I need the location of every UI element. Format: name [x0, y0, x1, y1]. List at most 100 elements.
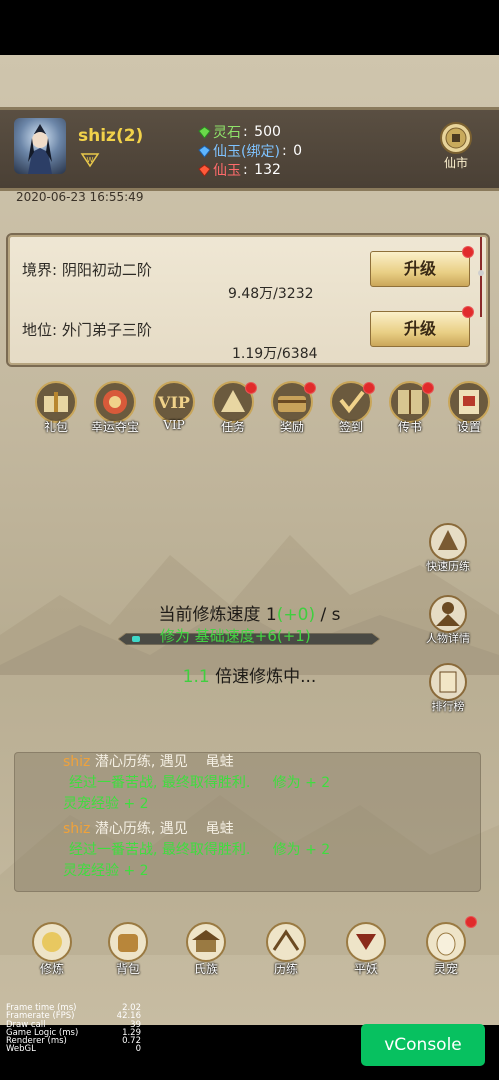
nav-label: 灵宠: [433, 962, 458, 976]
log-entry-header: shiz 潜心历练, 遇见 黾蛙: [63, 752, 234, 773]
cultivate-icon: [32, 922, 72, 962]
status-progress: 1.19万/6384: [232, 346, 318, 362]
letter-book-button[interactable]: 传书: [384, 380, 436, 436]
notification-badge: [462, 306, 474, 318]
nav-backpack-button[interactable]: 背包: [100, 920, 156, 980]
cultivation-mode-text: 倍速修炼中...: [215, 667, 317, 687]
side-button-label: 排行榜: [431, 700, 465, 713]
realm-progress: 9.48万/3232: [228, 286, 314, 302]
nav-label: 背包: [115, 962, 140, 976]
realm-upgrade-button[interactable]: 升级: [370, 251, 470, 287]
nav-label: 修炼: [39, 962, 64, 976]
quick-training-button[interactable]: 快速历练: [420, 520, 476, 580]
log-player-name: shiz: [63, 821, 91, 837]
icon-label: 礼包: [43, 420, 68, 434]
icon-label: VIP: [163, 418, 185, 432]
notification-badge: [422, 382, 434, 394]
log-action: 潜心历练, 遇见: [94, 821, 188, 837]
notification-badge: [304, 382, 316, 394]
icon-label: 奖励: [279, 420, 304, 434]
stat-label: WebGL: [6, 1044, 36, 1055]
cultivation-speed-unit: / s: [320, 605, 341, 625]
stat-row: WebGL 0: [6, 1044, 141, 1055]
status-label: 地位: 外门弟子三阶: [22, 321, 152, 339]
nav-label: 历练: [273, 962, 298, 976]
cultivation-multiplier: 1.1: [182, 667, 210, 687]
vip-rank-icon: W: [80, 153, 100, 168]
log-entry-header: shiz 潜心历练, 遇见 黾蛙: [63, 819, 234, 840]
panel-tassel-icon: [478, 237, 484, 317]
cultivation-speed: 当前修炼速度 1(+0) / s: [0, 600, 499, 625]
notification-badge: [363, 382, 375, 394]
reward-button[interactable]: 奖励: [266, 380, 318, 436]
log-gain: 修为 + 2: [272, 842, 331, 858]
svg-text:VIP: VIP: [157, 393, 190, 412]
log-player-name: shiz: [63, 754, 91, 770]
player-portrait-icon: [28, 124, 52, 174]
log-gain: 修为 + 2: [272, 775, 331, 791]
market-button[interactable]: 仙市: [433, 120, 479, 172]
nav-spirit-pet-button[interactable]: 灵宠: [418, 916, 477, 980]
notification-badge: [465, 916, 477, 928]
status-upgrade-button[interactable]: 升级: [370, 311, 470, 347]
notification-badge: [245, 382, 257, 394]
backpack-icon: [108, 922, 148, 962]
nav-training-button[interactable]: 历练: [258, 920, 314, 980]
log-result-line: 经过一番苦战, 最终取得胜利. 修为 + 2: [69, 840, 330, 861]
cultivation-base-speed: 修为 基础速度+6(+1): [160, 627, 311, 645]
green-gem-icon: [198, 125, 211, 139]
log-gain-line: 灵宠经验 + 2: [63, 863, 149, 879]
nav-label: 氏族: [193, 962, 218, 976]
player-header: shiz(2) W 灵石: 500 仙玉(绑定): 0 仙玉: 132 仙市: [0, 107, 499, 191]
vconsole-button[interactable]: vConsole: [361, 1024, 485, 1066]
nav-clan-button[interactable]: 氏族: [178, 920, 234, 980]
side-button-label: 快速历练: [426, 560, 470, 573]
vip-button[interactable]: VIP VIP: [148, 380, 200, 436]
game-screen: shiz(2) W 灵石: 500 仙玉(绑定): 0 仙玉: 132 仙市 2…: [0, 55, 499, 1025]
quick-training-icon: [429, 523, 467, 561]
currency-bound-jade: 仙玉(绑定): 0: [198, 141, 302, 161]
stat-value: 0: [135, 1044, 141, 1055]
currency-value: 500: [254, 124, 281, 140]
player-name: shiz(2): [78, 126, 144, 146]
notification-badge: [462, 246, 474, 258]
settings-button[interactable]: 设置: [443, 380, 495, 436]
svg-text:W: W: [87, 156, 94, 164]
red-gem-icon: [198, 163, 211, 177]
realm-panel: 境界: 阴阳初动二阶 9.48万/3232 升级 地位: 外门弟子三阶 1.19…: [6, 233, 490, 367]
realm-label: 境界: 阴阳初动二阶: [22, 261, 152, 279]
currency-spirit-stone: 灵石: 500: [198, 122, 281, 142]
gift-pack-button[interactable]: 礼包: [30, 380, 82, 436]
performance-stats: Frame time (ms) 2.02 Framerate (FPS) 42.16…: [6, 1004, 141, 1054]
avatar[interactable]: [14, 118, 66, 174]
cultivation-speed-value: 1: [265, 605, 277, 625]
icon-label: 传书: [397, 420, 422, 434]
currency-label: 灵石: [213, 125, 241, 141]
nav-demon-subdue-button[interactable]: 平妖: [338, 920, 394, 980]
spirit-pet-icon: [426, 922, 466, 962]
log-result: 经过一番苦战, 最终取得胜利.: [69, 775, 251, 791]
coin-market-icon: [440, 122, 472, 154]
nav-label: 平妖: [353, 962, 378, 976]
server-timestamp: 2020-06-23 16:55:49: [16, 190, 144, 204]
log-gain-line: 灵宠经验 + 2: [63, 796, 149, 812]
icon-label: 设置: [456, 420, 481, 434]
task-button[interactable]: 任务: [207, 380, 259, 436]
lucky-treasure-button[interactable]: 幸运夺宝: [89, 380, 141, 436]
nav-cultivate-button[interactable]: 修炼: [24, 920, 80, 980]
log-result: 经过一番苦战, 最终取得胜利.: [69, 842, 251, 858]
log-action: 潜心历练, 遇见: [94, 754, 188, 770]
market-label: 仙市: [443, 156, 468, 170]
currency-label: 仙玉: [213, 163, 241, 179]
cultivation-mode: 1.1 倍速修炼中...: [0, 662, 499, 687]
sign-in-button[interactable]: 签到: [325, 380, 377, 436]
currency-value: 132: [254, 162, 281, 178]
icon-label: 幸运夺宝: [90, 420, 139, 434]
log-result-line: 经过一番苦战, 最终取得胜利. 修为 + 2: [69, 773, 330, 794]
log-target: 黾蛙: [205, 754, 234, 770]
side-button-label: 人物详情: [426, 632, 470, 645]
blue-gem-icon: [198, 144, 211, 158]
clan-icon: [186, 922, 226, 962]
currency-jade: 仙玉: 132: [198, 160, 281, 180]
log-target: 黾蛙: [205, 821, 234, 837]
